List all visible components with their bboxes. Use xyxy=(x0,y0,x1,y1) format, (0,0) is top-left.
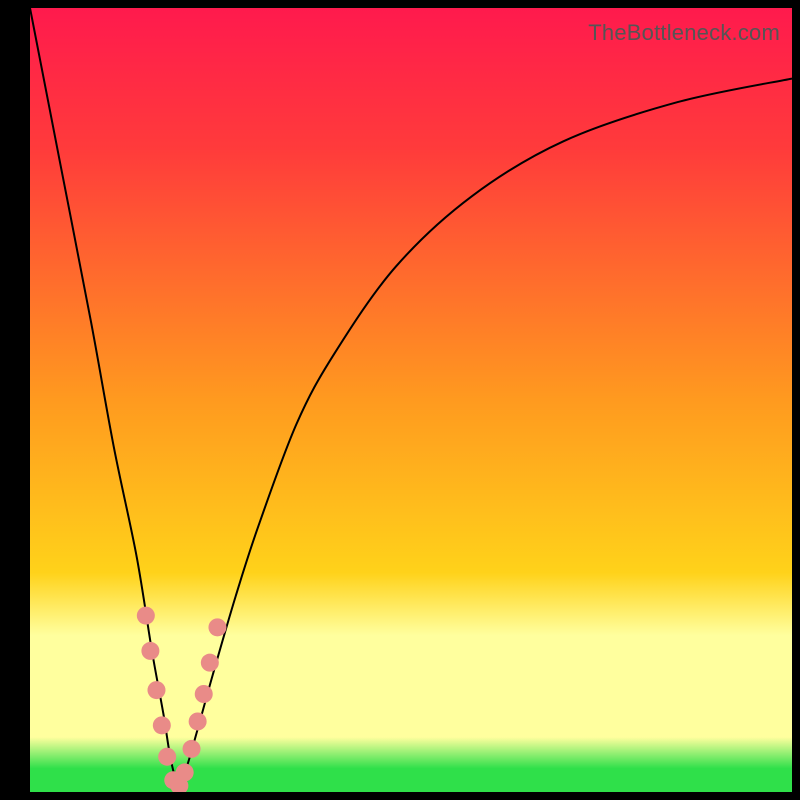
highlight-dot xyxy=(183,740,201,758)
highlight-dot xyxy=(195,685,213,703)
highlight-dot xyxy=(147,681,165,699)
highlight-dot xyxy=(141,642,159,660)
highlight-dot xyxy=(176,763,194,781)
highlight-dot xyxy=(137,607,155,625)
highlight-dot xyxy=(189,712,207,730)
chart-frame: TheBottleneck.com xyxy=(0,0,800,800)
watermark-text: TheBottleneck.com xyxy=(588,20,780,46)
highlight-dot xyxy=(208,618,226,636)
curve-path xyxy=(30,8,792,784)
bottleneck-curve xyxy=(30,8,792,792)
highlight-dot xyxy=(153,716,171,734)
highlight-dot xyxy=(201,654,219,672)
plot-area: TheBottleneck.com xyxy=(30,8,792,792)
highlight-dot xyxy=(158,748,176,766)
